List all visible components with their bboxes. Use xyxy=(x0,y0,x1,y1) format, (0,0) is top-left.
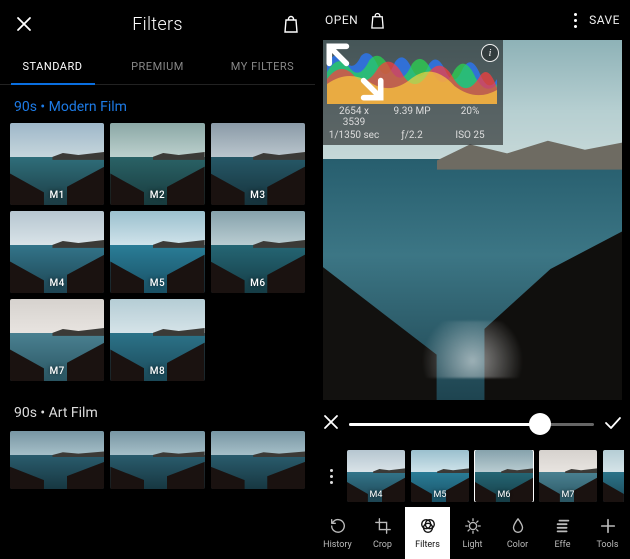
close-icon[interactable] xyxy=(14,16,34,32)
filter-thumb-M4[interactable]: M4 xyxy=(10,211,104,293)
section-art-film[interactable]: 90s • Art Film xyxy=(0,391,315,429)
filter-thumb-M5[interactable]: M5 xyxy=(110,211,204,293)
bottom-toolbar: History Crop Filters Light Color Effe To… xyxy=(315,507,630,559)
tab-myfilters[interactable]: MY FILTERS xyxy=(210,48,315,84)
tab-standard[interactable]: STANDARD xyxy=(0,48,105,84)
save-button[interactable]: SAVE xyxy=(589,13,620,27)
tool-crop[interactable]: Crop xyxy=(360,507,405,559)
tool-tools[interactable]: Tools xyxy=(585,507,630,559)
open-button[interactable]: OPEN xyxy=(325,13,358,27)
filter-thumb-M1[interactable]: M1 xyxy=(10,123,104,205)
exif-mp: 9.39 MP xyxy=(385,106,439,128)
filter-strip: M4M5M6M7M8 xyxy=(315,445,630,507)
filter-thumb-M3[interactable]: M3 xyxy=(211,123,305,205)
menu-icon[interactable] xyxy=(574,13,577,28)
tools-icon xyxy=(599,517,617,538)
tool-effects[interactable]: Effe xyxy=(540,507,585,559)
section-modern-film[interactable]: 90s • Modern Film xyxy=(0,85,315,123)
image-canvas[interactable]: i 2654 x 3539 9.39 MP 20% 1/1350 sec ƒ/2… xyxy=(323,40,622,400)
filter-thumb-art-0[interactable] xyxy=(10,431,104,489)
filter-tabs: STANDARD PREMIUM MY FILTERS xyxy=(0,48,315,85)
filter-thumb-art-1[interactable] xyxy=(110,431,204,489)
tool-history[interactable]: History xyxy=(315,507,360,559)
filters-panel: Filters STANDARD PREMIUM MY FILTERS 90s … xyxy=(0,0,315,559)
intensity-slider[interactable] xyxy=(349,423,594,426)
info-icon[interactable]: i xyxy=(481,44,499,62)
light-icon xyxy=(464,517,482,538)
more-filters-icon[interactable] xyxy=(321,469,341,484)
shop-icon[interactable] xyxy=(281,15,301,33)
exif-iso: ISO 25 xyxy=(443,130,497,141)
filter-thumb-M8[interactable]: M8 xyxy=(110,299,204,381)
tab-premium[interactable]: PREMIUM xyxy=(105,48,210,84)
color-icon xyxy=(509,517,527,538)
filter-thumb-art-2[interactable] xyxy=(211,431,305,489)
effects-icon xyxy=(554,517,572,538)
expand-icon[interactable] xyxy=(325,42,385,102)
apply-filter-icon[interactable] xyxy=(604,415,622,434)
shop-icon[interactable] xyxy=(370,12,385,29)
strip-thumb-M5[interactable]: M5 xyxy=(411,450,469,502)
tool-light[interactable]: Light xyxy=(450,507,495,559)
filters-icon xyxy=(419,517,437,538)
tool-filters[interactable]: Filters xyxy=(405,507,450,559)
exif-aperture: ƒ/2.2 xyxy=(385,130,439,141)
crop-icon xyxy=(374,517,392,538)
strip-thumb-M8[interactable]: M8 xyxy=(603,450,624,502)
filter-thumb-M6[interactable]: M6 xyxy=(211,211,305,293)
exif-dims: 2654 x 3539 xyxy=(327,106,381,128)
exif-zoom: 20% xyxy=(443,106,497,128)
tool-color[interactable]: Color xyxy=(495,507,540,559)
editor-panel: OPEN SAVE i xyxy=(315,0,630,559)
filter-thumb-M7[interactable]: M7 xyxy=(10,299,104,381)
cancel-filter-icon[interactable] xyxy=(323,414,339,434)
slider-knob[interactable] xyxy=(529,413,551,435)
strip-thumb-M7[interactable]: M7 xyxy=(539,450,597,502)
filter-thumb-M2[interactable]: M2 xyxy=(110,123,204,205)
history-icon xyxy=(329,517,347,538)
histogram-overlay[interactable]: i 2654 x 3539 9.39 MP 20% 1/1350 sec ƒ/2… xyxy=(323,40,503,145)
filter-grid-modern: M1M2M3 M4M5M6 M7M8 xyxy=(0,123,315,381)
filter-grid-art xyxy=(0,431,315,489)
exif-shutter: 1/1350 sec xyxy=(327,130,381,141)
strip-thumb-M4[interactable]: M4 xyxy=(347,450,405,502)
strip-thumb-M6[interactable]: M6 xyxy=(475,450,533,502)
panel-title: Filters xyxy=(34,14,281,35)
